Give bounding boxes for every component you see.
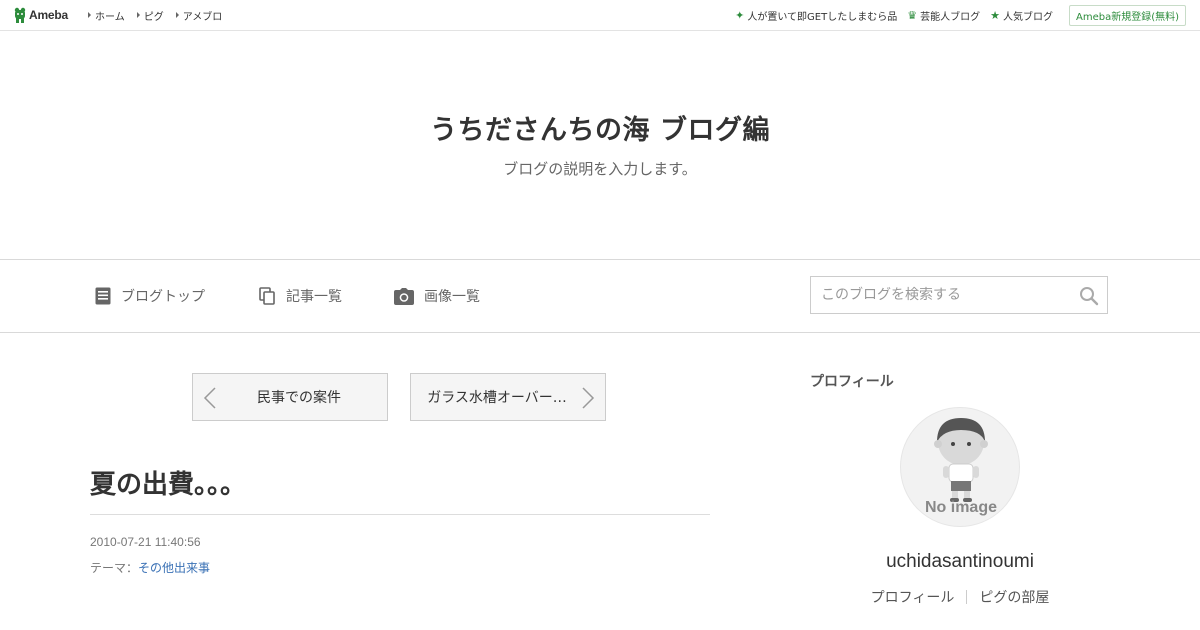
link-label: 人が置いて即GETしたしまむら品 bbox=[747, 11, 898, 23]
top-right-links: ✦ 人が置いて即GETしたしまむら品 ♛ 芸能人ブログ ★ 人気ブログ Ameb… bbox=[725, 0, 1186, 30]
entry-datetime: 2010-07-21 11:40:56 bbox=[90, 535, 201, 549]
entry-theme: テーマ：その他出来事 bbox=[90, 559, 210, 576]
prev-article-label: 民事での案件 bbox=[257, 390, 341, 406]
top-nav-label: アメブロ bbox=[182, 11, 223, 23]
chevron-right-icon bbox=[582, 387, 595, 409]
top-nav: ホーム ピグ アメブロ bbox=[88, 0, 234, 30]
search-input[interactable] bbox=[811, 277, 1081, 313]
blog-title[interactable]: うちださんちの海 ブログ編 bbox=[0, 108, 1200, 147]
triangle-right-icon bbox=[175, 12, 179, 18]
signup-button[interactable]: Ameba新規登録(無料) bbox=[1068, 4, 1186, 26]
avatar-caption: No image bbox=[924, 499, 997, 516]
crown-icon: ♛ bbox=[907, 8, 918, 22]
star-icon: ★ bbox=[990, 8, 1000, 22]
nav-label: ブログトップ bbox=[121, 289, 205, 305]
sparkle-icon: ✦ bbox=[735, 8, 745, 22]
top-nav-pigg[interactable]: ピグ bbox=[136, 8, 164, 23]
profile-heading: プロフィール bbox=[810, 374, 894, 390]
theme-prefix: テーマ： bbox=[90, 561, 139, 575]
top-bar: Ameba ホーム ピグ アメブロ ✦ 人が置いて即GETしたしまむら品 ♛ 芸… bbox=[0, 0, 1200, 31]
nav-blog-top[interactable]: ブログトップ bbox=[95, 260, 205, 332]
top-nav-home[interactable]: ホーム bbox=[88, 8, 125, 23]
triangle-right-icon bbox=[88, 12, 91, 18]
camera-icon bbox=[394, 287, 414, 305]
profile-username[interactable]: uchidasantinoumi bbox=[810, 551, 1110, 573]
blog-search bbox=[810, 276, 1108, 314]
global-nav: ブログトップ 記事一覧 画像一覧 bbox=[0, 259, 1200, 333]
prev-article-button[interactable]: 民事での案件 bbox=[192, 373, 388, 421]
ameba-logo-icon bbox=[14, 7, 26, 23]
link-separator bbox=[966, 590, 968, 604]
nav-label: 記事一覧 bbox=[286, 289, 342, 305]
nav-article-list[interactable]: 記事一覧 bbox=[259, 260, 342, 332]
top-nav-ameblo[interactable]: アメブロ bbox=[175, 8, 223, 23]
theme-link[interactable]: その他出来事 bbox=[138, 561, 210, 575]
next-article-label: ガラス水槽オーバー… bbox=[427, 390, 567, 406]
search-icon[interactable] bbox=[1079, 286, 1099, 306]
top-nav-label: ピグ bbox=[143, 11, 164, 23]
copy-icon bbox=[259, 287, 275, 305]
ameba-logo[interactable]: Ameba bbox=[13, 6, 68, 24]
top-nav-label: ホーム bbox=[95, 11, 125, 23]
link-popular-blogs[interactable]: ★ 人気ブログ bbox=[990, 8, 1053, 23]
blog-description: ブログの説明を入力します。 bbox=[503, 160, 697, 178]
pigg-room-link[interactable]: ピグの部屋 bbox=[979, 587, 1049, 607]
divider bbox=[90, 514, 710, 515]
link-celebrity-blogs[interactable]: ♛ 芸能人ブログ bbox=[907, 8, 980, 23]
chevron-left-icon bbox=[203, 387, 216, 409]
document-icon bbox=[95, 287, 111, 305]
nav-label: 画像一覧 bbox=[424, 289, 480, 305]
ameba-logo-text: Ameba bbox=[29, 8, 69, 22]
profile-link[interactable]: プロフィール bbox=[871, 587, 955, 607]
profile-links: プロフィール ピグの部屋 bbox=[810, 587, 1110, 607]
link-label: 芸能人ブログ bbox=[920, 11, 981, 23]
entry-title[interactable]: 夏の出費。。。 bbox=[90, 464, 246, 501]
next-article-button[interactable]: ガラス水槽オーバー… bbox=[410, 373, 606, 421]
avatar[interactable]: No image bbox=[900, 407, 1020, 527]
nav-image-list[interactable]: 画像一覧 bbox=[394, 260, 480, 332]
link-label: 人気ブログ bbox=[1002, 11, 1053, 23]
triangle-right-icon bbox=[136, 12, 140, 18]
link-shimamura[interactable]: ✦ 人が置いて即GETしたしまむら品 bbox=[735, 8, 897, 23]
